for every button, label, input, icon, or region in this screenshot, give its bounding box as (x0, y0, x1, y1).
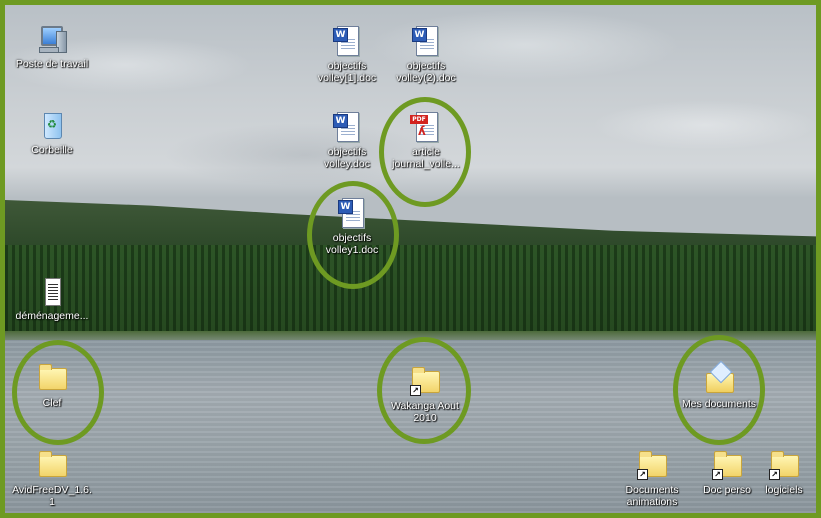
folder-icon (36, 449, 68, 481)
desktop-icon-objectifs-volley-2[interactable]: W objectifs volley(2).doc (384, 25, 468, 84)
desktop-icon-label: Wakanga Aout 2010 (391, 400, 459, 424)
desktop-icon-mes-documents[interactable]: Mes documents (677, 360, 761, 410)
word-document-icon: W (336, 197, 368, 229)
desktop-icon-label: AvidFreeDV_1.6.1 (12, 484, 92, 508)
desktop-icon-label: Clef (42, 397, 62, 409)
desktop[interactable]: Poste de travail ♻ Corbeille déménageme.… (0, 0, 821, 518)
desktop-icon-poste-de-travail[interactable]: Poste de travail (10, 23, 94, 70)
folder-shortcut-icon: ↗ (711, 449, 743, 481)
desktop-icon-label: Doc perso (703, 484, 751, 496)
desktop-icon-label: Poste de travail (15, 58, 89, 70)
desktop-icon-label: objectifs volley[1].doc (317, 60, 377, 84)
pdf-document-icon: PDF ʎ (410, 111, 442, 143)
computer-icon (36, 23, 68, 55)
folder-icon (36, 362, 68, 394)
desktop-icon-article-journal[interactable]: PDF ʎ article journal_volle... (384, 111, 468, 170)
desktop-icon-objectifs-volley[interactable]: W objectifs volley.doc (305, 111, 389, 170)
desktop-icon-objectifs-volley-1-bracket[interactable]: W objectifs volley[1].doc (305, 25, 389, 84)
desktop-icon-logiciels[interactable]: ↗ logiciels (746, 449, 816, 496)
my-documents-icon (703, 360, 735, 395)
desktop-icon-label: logiciels (765, 484, 803, 496)
desktop-icon-label: Corbeille (31, 144, 73, 156)
folder-shortcut-icon: ↗ (636, 449, 668, 481)
desktop-icon-corbeille[interactable]: ♻ Corbeille (10, 109, 94, 156)
desktop-icon-documents-animations[interactable]: ↗ Documents animations (610, 449, 694, 508)
desktop-icon-label: Mes documents (681, 398, 757, 410)
desktop-icon-objectifs-volley1[interactable]: W objectifs volley1.doc (310, 197, 394, 256)
desktop-icon-wakanga-aout-2010[interactable]: ↗ Wakanga Aout 2010 (383, 365, 467, 424)
word-document-icon: W (410, 25, 442, 57)
desktop-icon-clef[interactable]: Clef (10, 362, 94, 409)
wallpaper-forest (5, 245, 816, 340)
desktop-icon-label: déménageme... (15, 310, 89, 322)
recycle-bin-icon: ♻ (36, 109, 68, 141)
word-document-icon: W (331, 25, 363, 57)
desktop-icon-label: Documents animations (625, 484, 679, 508)
text-document-icon (36, 275, 68, 307)
word-document-icon: W (331, 111, 363, 143)
desktop-icon-demenagement[interactable]: déménageme... (10, 275, 94, 322)
desktop-icon-label: objectifs volley1.doc (325, 232, 379, 256)
desktop-icon-label: objectifs volley(2).doc (396, 60, 456, 84)
desktop-icon-avidfreedv[interactable]: AvidFreeDV_1.6.1 (10, 449, 94, 508)
folder-shortcut-icon: ↗ (409, 365, 441, 397)
folder-shortcut-icon: ↗ (768, 449, 800, 481)
desktop-icon-label: objectifs volley.doc (324, 146, 370, 170)
desktop-icon-label: article journal_volle... (392, 146, 460, 170)
